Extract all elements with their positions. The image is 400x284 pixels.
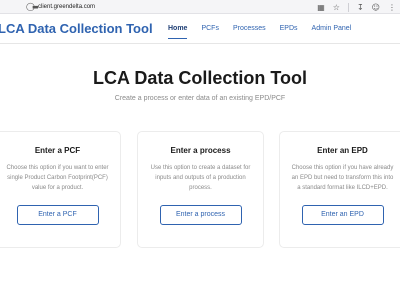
- card-description-line: process.: [189, 185, 212, 191]
- nav-admin-panel[interactable]: Admin Panel: [312, 14, 352, 44]
- card-description-line: Choose this option if you have already: [291, 165, 394, 171]
- browser-actions: ▦ ☆ ↧ ☺ ⋮: [317, 1, 396, 13]
- card-description: Choose this option if you have already a…: [286, 163, 399, 193]
- nav-pcfs[interactable]: PCFs: [201, 14, 219, 44]
- nav-epds[interactable]: EPDs: [280, 14, 298, 44]
- nav-processes[interactable]: Processes: [233, 14, 266, 44]
- profile-icon[interactable]: ☺: [372, 3, 380, 12]
- card-title: Enter a PCF: [34, 146, 81, 155]
- menu-icon[interactable]: ⋮: [388, 3, 396, 12]
- card-description-line: an EPD but need to transform this into: [291, 175, 394, 181]
- card-title: Enter an EPD: [317, 146, 368, 155]
- brand-title[interactable]: LCA Data Collection Tool: [0, 21, 153, 36]
- card-description-line: a standard format like ILCD+EPD.: [297, 185, 388, 191]
- grid-icon[interactable]: ▦: [317, 3, 325, 12]
- main-nav: Home PCFs Processes EPDs Admin Panel: [168, 14, 351, 44]
- card-description-line: inputs and outputs of a production: [155, 175, 246, 181]
- page-title: LCA Data Collection Tool: [93, 68, 307, 88]
- address-bar[interactable]: client.greendelta.com: [38, 2, 95, 12]
- enter-pcf-button[interactable]: Enter a PCF: [16, 205, 99, 225]
- card-description: Choose this option if you want to enter …: [1, 163, 114, 193]
- card-description-line: Choose this option if you want to enter: [6, 165, 109, 171]
- app-header: LCA Data Collection Tool Home PCFs Proce…: [0, 14, 400, 44]
- enter-process-button[interactable]: Enter a process: [159, 205, 242, 225]
- card-description: Use this option to create a dataset for …: [144, 163, 257, 193]
- browser-toolbar: ◯ ▬ client.greendelta.com ▦ ☆ ↧ ☺ ⋮: [0, 0, 400, 14]
- card-description-line: value for a product.: [31, 185, 84, 191]
- address-bar-url: client.greendelta.com: [38, 4, 96, 10]
- download-icon[interactable]: ↧: [357, 3, 364, 12]
- card-description-line: Use this option to create a dataset for: [150, 165, 251, 171]
- card-enter-epd: Enter an EPD Choose this option if you h…: [279, 131, 400, 248]
- nav-home[interactable]: Home: [168, 14, 188, 44]
- page-subtitle: Create a process or enter data of an exi…: [114, 95, 286, 102]
- star-icon[interactable]: ☆: [333, 3, 340, 12]
- enter-epd-button[interactable]: Enter an EPD: [301, 205, 384, 225]
- card-description-line: single Product Carbon Footprint(PCF): [7, 175, 108, 181]
- card-enter-process: Enter a process Use this option to creat…: [137, 131, 264, 248]
- card-title: Enter a process: [170, 146, 231, 155]
- card-enter-pcf: Enter a PCF Choose this option if you wa…: [0, 131, 121, 248]
- toolbar-divider: [347, 2, 349, 12]
